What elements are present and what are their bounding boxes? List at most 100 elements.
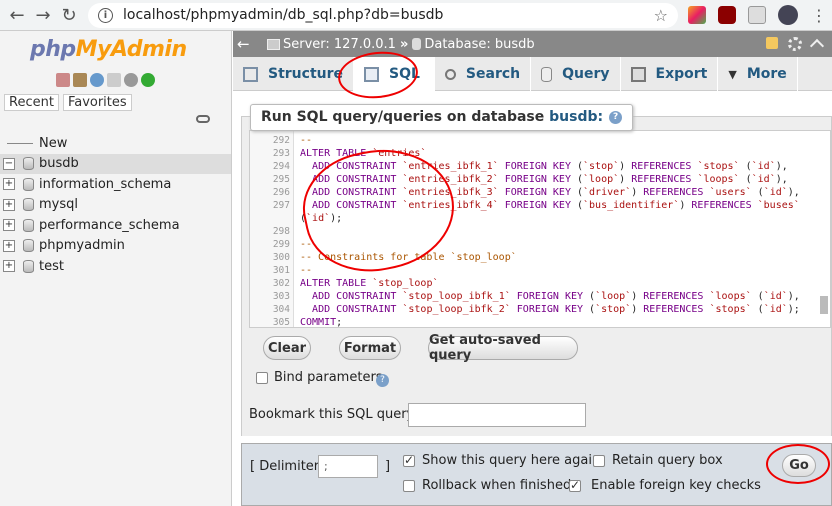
get-autosaved-query-button[interactable]: Get auto-saved query [428, 333, 578, 363]
back-arrow-icon[interactable]: ← [4, 2, 30, 28]
retain-query-box-checkbox[interactable] [593, 455, 605, 467]
recent-tab[interactable]: Recent [4, 94, 59, 111]
breadcrumb-separator: » [399, 36, 409, 52]
breadcrumb-database[interactable]: Database: busdb [424, 37, 534, 52]
line-number: 297 [272, 200, 290, 211]
line-number: 304 [272, 304, 290, 315]
collapse-nav-arrow-icon[interactable]: ← [237, 35, 255, 53]
line-number: 294 [272, 161, 290, 172]
delimiter-close-label: ] [385, 459, 391, 474]
logo-myadmin: MyAdmin [75, 37, 187, 62]
help-icon[interactable]: ? [376, 374, 389, 387]
foreign-key-checks-label: Enable foreign key checks [591, 478, 761, 493]
collapse-icon[interactable]: − [3, 157, 15, 170]
rollback-checkbox[interactable] [403, 480, 415, 492]
tree-item-test[interactable]: + test [0, 256, 231, 277]
phpmyadmin-logo[interactable]: phpMyAdmin [30, 37, 187, 62]
code-line: ADD CONSTRAINT `stop_loop_ibfk_2` FOREIG… [312, 304, 800, 315]
tree-item-information-schema[interactable]: + information_schema [0, 174, 231, 195]
tab-export[interactable]: Export [621, 57, 719, 91]
site-info-icon[interactable]: i [98, 7, 113, 23]
profile-avatar[interactable] [778, 5, 798, 25]
reload-nav-icon[interactable] [141, 73, 155, 87]
forward-arrow-icon[interactable]: → [30, 2, 56, 28]
tree-label-new: New [39, 135, 68, 151]
database-icon [23, 177, 34, 191]
delimiter-input[interactable]: ; [318, 455, 378, 478]
line-number: 300 [272, 252, 290, 263]
help-icon[interactable]: ? [609, 110, 623, 124]
expand-icon[interactable]: + [3, 219, 15, 232]
tree-label-information-schema: information_schema [39, 176, 172, 192]
link-icon[interactable] [196, 115, 210, 123]
tree-item-mysql[interactable]: + mysql [0, 195, 231, 216]
code-line: ALTER TABLE `stop_loop` [300, 278, 439, 289]
tab-structure-label: Structure [268, 66, 344, 82]
bookmark-input[interactable] [408, 403, 586, 427]
database-icon [412, 38, 422, 50]
ublock-icon[interactable] [718, 6, 736, 24]
favorites-tab[interactable]: Favorites [62, 94, 132, 111]
settings-icon[interactable] [124, 73, 138, 87]
tree-item-busdb[interactable]: − busdb [0, 153, 231, 174]
expand-icon[interactable]: + [3, 198, 15, 211]
tree-label-performance-schema: performance_schema [39, 217, 180, 233]
tree-item-new[interactable]: New [0, 133, 231, 154]
line-number: 295 [272, 174, 290, 185]
code-line: COMMIT; [300, 317, 343, 328]
code-line: -- [300, 265, 313, 276]
sql-query-legend: Run SQL query/queries on database busdb:… [250, 104, 634, 131]
browser-menu-icon[interactable]: ⋮ [806, 2, 832, 28]
sql-docs-icon[interactable] [107, 73, 121, 87]
breadcrumb: ← Server: 127.0.0.1 » Database: busdb [233, 31, 832, 57]
structure-icon [243, 66, 258, 82]
retain-query-box-label: Retain query box [612, 453, 723, 468]
extension-icon-3[interactable] [748, 6, 766, 24]
clear-button[interactable]: Clear [263, 336, 311, 360]
main-tabs: Structure SQL Search Query Export ▼ More [233, 57, 832, 91]
line-number: 301 [272, 265, 290, 276]
database-icon [23, 239, 34, 253]
tree-label-phpmyadmin: phpmyadmin [39, 238, 125, 254]
nav-icon-row [56, 73, 155, 87]
tree-item-phpmyadmin[interactable]: + phpmyadmin [0, 236, 231, 257]
bind-parameters-checkbox[interactable] [256, 372, 268, 384]
navigation-panel: phpMyAdmin Recent Favorites New − busdb … [0, 31, 232, 506]
show-query-again-checkbox[interactable] [403, 453, 415, 467]
expand-icon[interactable]: + [3, 260, 15, 273]
extension-icon-1[interactable] [688, 6, 706, 24]
tab-query[interactable]: Query [531, 57, 621, 91]
format-button[interactable]: Format [339, 336, 401, 360]
tab-more-label: More [746, 66, 787, 82]
scroll-up-icon[interactable] [809, 38, 825, 54]
tree-item-performance-schema[interactable]: + performance_schema [0, 215, 231, 236]
database-icon [23, 259, 34, 273]
line-number: 298 [272, 226, 290, 237]
database-icon [23, 218, 34, 232]
bookmark-label: Bookmark this SQL query: [249, 407, 418, 422]
line-number: 305 [272, 317, 290, 328]
line-number-gutter: 292 293 294 295 296 297 298 299 300 301 302 303 304 3… [250, 131, 294, 327]
line-number: 303 [272, 291, 290, 302]
tab-structure[interactable]: Structure [233, 57, 355, 91]
editor-scrollbar[interactable] [820, 296, 828, 314]
address-bar[interactable]: i localhost/phpmyadmin/db_sql.php?db=bus… [88, 2, 678, 28]
home-icon[interactable] [56, 73, 70, 87]
expand-icon[interactable]: + [3, 239, 15, 252]
database-icon [23, 157, 34, 171]
lock-icon[interactable] [766, 37, 778, 49]
logout-icon[interactable] [73, 73, 87, 87]
breadcrumb-server[interactable]: Server: 127.0.0.1 [283, 37, 396, 52]
reload-icon[interactable]: ↻ [56, 2, 82, 28]
delimiter-open-label: [ Delimiter [250, 459, 320, 474]
docs-icon[interactable] [90, 73, 104, 87]
line-number [250, 212, 290, 225]
gear-icon[interactable] [788, 37, 802, 51]
foreign-key-checks-checkbox[interactable] [569, 478, 581, 492]
tab-more[interactable]: ▼ More [718, 57, 798, 91]
tab-search[interactable]: Search [435, 57, 532, 91]
expand-icon[interactable]: + [3, 178, 15, 191]
line-number: 292 [272, 135, 290, 146]
chevron-down-icon: ▼ [728, 67, 737, 81]
bookmark-star-icon[interactable]: ☆ [654, 6, 668, 25]
